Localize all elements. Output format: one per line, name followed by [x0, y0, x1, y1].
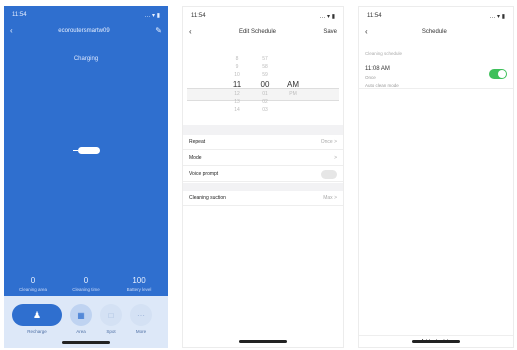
divider [183, 125, 343, 135]
spot-button[interactable]: □ Spot [100, 304, 122, 334]
stat-battery: 100 Battery level [126, 276, 152, 292]
recharge-icon: ♟ [12, 304, 62, 326]
schedule-toggle[interactable] [489, 69, 507, 79]
robot-marker-icon [73, 147, 100, 154]
cleaning-suction-row[interactable]: Cleaning suction Max > [183, 191, 343, 206]
area-button[interactable]: ▦ Area [70, 304, 92, 334]
save-button[interactable]: Save [323, 29, 337, 35]
status-bar: 11:54 … ▾ ▮ [367, 11, 505, 21]
schedule-time: 11:08 AM [365, 66, 390, 72]
schedule-screen: 11:54 … ▾ ▮ ‹ Schedule Cleaning schedule… [358, 6, 514, 348]
home-indicator [412, 340, 460, 343]
home-indicator [62, 341, 110, 344]
selected-hour: 11 [232, 80, 242, 89]
divider [183, 183, 343, 191]
status-icons: … ▾ ▮ [144, 12, 160, 19]
area-icon: ▦ [70, 304, 92, 326]
nav-bar: ‹ Edit Schedule Save [189, 25, 337, 39]
ampm-wheel[interactable]: AM PM [281, 55, 305, 114]
status-time: 11:54 [191, 13, 206, 19]
status-icons: … ▾ ▮ [319, 13, 335, 20]
status-time: 11:54 [367, 13, 382, 19]
stat-cleaning-area: 0 Cleaning area [18, 276, 48, 292]
stats-bar: 0 Cleaning area 0 Cleaning time 100 Batt… [8, 276, 164, 292]
status-bar: 11:54 … ▾ ▮ [12, 10, 160, 20]
spot-icon: □ [100, 304, 122, 326]
edit-schedule-screen: 11:54 … ▾ ▮ ‹ Edit Schedule Save 8 9 10 … [182, 6, 344, 348]
nav-bar: ‹ ecoroutersmartw09 ✎ [10, 24, 162, 38]
time-picker[interactable]: 8 9 10 11 12 13 14 57 58 59 00 01 02 03 … [183, 55, 343, 123]
mode-row[interactable]: Mode > [183, 151, 343, 166]
charging-status: Charging [73, 56, 99, 62]
schedule-item[interactable]: 11:08 AM Once Auto clean mode [359, 63, 513, 89]
repeat-row[interactable]: Repeat Once > [183, 135, 343, 150]
home-indicator [239, 340, 287, 343]
voice-prompt-row: Voice prompt [183, 167, 343, 182]
device-screen: 11:54 … ▾ ▮ ‹ ecoroutersmartw09 ✎ Chargi… [4, 6, 168, 348]
minute-wheel[interactable]: 57 58 59 00 01 02 03 [253, 55, 277, 114]
hour-wheel[interactable]: 8 9 10 11 12 13 14 [225, 55, 249, 114]
status-time: 11:54 [12, 12, 27, 18]
edit-icon[interactable]: ✎ [155, 26, 162, 36]
recharge-button[interactable]: ♟ Recharge [12, 304, 62, 334]
schedule-mode: Auto clean mode [365, 83, 399, 88]
status-icons: … ▾ ▮ [489, 13, 505, 20]
stat-cleaning-time: 0 Cleaning time [72, 276, 100, 292]
voice-prompt-toggle[interactable] [321, 169, 337, 179]
selected-minute: 00 [260, 80, 270, 89]
page-title: Edit Schedule [238, 29, 276, 35]
action-bar: ♟ Recharge ▦ Area □ Spot ⋯ More [4, 296, 168, 348]
more-icon: ⋯ [130, 304, 152, 326]
schedule-repeat: Once [365, 75, 376, 80]
device-name: ecoroutersmartw09 [58, 28, 110, 34]
more-button[interactable]: ⋯ More [130, 304, 152, 334]
selected-ampm: AM [287, 80, 299, 89]
section-label: Cleaning schedule [365, 51, 403, 56]
page-title: Schedule [421, 29, 447, 35]
status-bar: 11:54 … ▾ ▮ [191, 11, 335, 21]
nav-bar: ‹ Schedule [365, 25, 507, 39]
